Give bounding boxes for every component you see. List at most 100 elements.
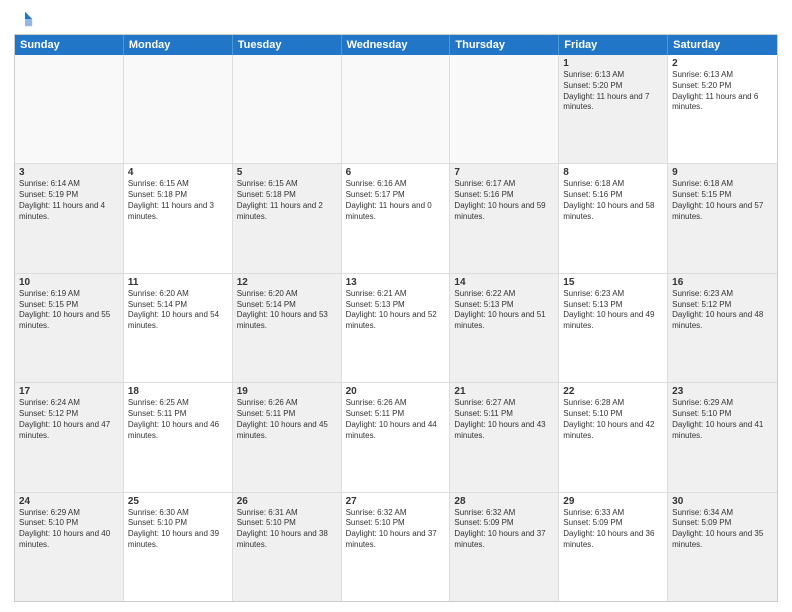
day-info: Sunrise: 6:28 AM Sunset: 5:10 PM Dayligh… [563,398,663,441]
logo-icon [16,10,34,28]
calendar-cell: 23Sunrise: 6:29 AM Sunset: 5:10 PM Dayli… [668,383,777,491]
calendar-cell: 18Sunrise: 6:25 AM Sunset: 5:11 PM Dayli… [124,383,233,491]
calendar-row: 3Sunrise: 6:14 AM Sunset: 5:19 PM Daylig… [15,164,777,273]
day-info: Sunrise: 6:14 AM Sunset: 5:19 PM Dayligh… [19,179,119,222]
calendar-cell: 4Sunrise: 6:15 AM Sunset: 5:18 PM Daylig… [124,164,233,272]
calendar-cell: 24Sunrise: 6:29 AM Sunset: 5:10 PM Dayli… [15,493,124,601]
day-info: Sunrise: 6:26 AM Sunset: 5:11 PM Dayligh… [237,398,337,441]
day-info: Sunrise: 6:29 AM Sunset: 5:10 PM Dayligh… [19,508,119,551]
calendar-cell: 2Sunrise: 6:13 AM Sunset: 5:20 PM Daylig… [668,55,777,163]
calendar-cell [233,55,342,163]
calendar-cell: 3Sunrise: 6:14 AM Sunset: 5:19 PM Daylig… [15,164,124,272]
day-number: 30 [672,496,773,507]
calendar-body: 1Sunrise: 6:13 AM Sunset: 5:20 PM Daylig… [15,55,777,601]
day-info: Sunrise: 6:34 AM Sunset: 5:09 PM Dayligh… [672,508,773,551]
logo-text [14,10,34,28]
calendar-cell [342,55,451,163]
calendar-cell: 29Sunrise: 6:33 AM Sunset: 5:09 PM Dayli… [559,493,668,601]
weekday-header: Sunday [15,35,124,55]
day-number: 29 [563,496,663,507]
day-info: Sunrise: 6:29 AM Sunset: 5:10 PM Dayligh… [672,398,773,441]
day-info: Sunrise: 6:25 AM Sunset: 5:11 PM Dayligh… [128,398,228,441]
day-info: Sunrise: 6:20 AM Sunset: 5:14 PM Dayligh… [128,289,228,332]
calendar-cell: 21Sunrise: 6:27 AM Sunset: 5:11 PM Dayli… [450,383,559,491]
calendar-row: 10Sunrise: 6:19 AM Sunset: 5:15 PM Dayli… [15,274,777,383]
calendar-cell: 26Sunrise: 6:31 AM Sunset: 5:10 PM Dayli… [233,493,342,601]
day-info: Sunrise: 6:30 AM Sunset: 5:10 PM Dayligh… [128,508,228,551]
calendar-row: 24Sunrise: 6:29 AM Sunset: 5:10 PM Dayli… [15,493,777,601]
day-info: Sunrise: 6:32 AM Sunset: 5:09 PM Dayligh… [454,508,554,551]
day-number: 23 [672,386,773,397]
calendar-cell: 10Sunrise: 6:19 AM Sunset: 5:15 PM Dayli… [15,274,124,382]
day-info: Sunrise: 6:19 AM Sunset: 5:15 PM Dayligh… [19,289,119,332]
calendar-cell: 14Sunrise: 6:22 AM Sunset: 5:13 PM Dayli… [450,274,559,382]
day-number: 5 [237,167,337,178]
header [14,10,778,28]
calendar-cell: 20Sunrise: 6:26 AM Sunset: 5:11 PM Dayli… [342,383,451,491]
day-number: 7 [454,167,554,178]
day-info: Sunrise: 6:23 AM Sunset: 5:12 PM Dayligh… [672,289,773,332]
day-info: Sunrise: 6:20 AM Sunset: 5:14 PM Dayligh… [237,289,337,332]
day-number: 20 [346,386,446,397]
day-number: 4 [128,167,228,178]
weekday-header: Tuesday [233,35,342,55]
day-info: Sunrise: 6:32 AM Sunset: 5:10 PM Dayligh… [346,508,446,551]
calendar-cell: 6Sunrise: 6:16 AM Sunset: 5:17 PM Daylig… [342,164,451,272]
weekday-header: Saturday [668,35,777,55]
day-number: 9 [672,167,773,178]
day-info: Sunrise: 6:33 AM Sunset: 5:09 PM Dayligh… [563,508,663,551]
calendar-row: 1Sunrise: 6:13 AM Sunset: 5:20 PM Daylig… [15,55,777,164]
day-number: 14 [454,277,554,288]
calendar-cell: 17Sunrise: 6:24 AM Sunset: 5:12 PM Dayli… [15,383,124,491]
day-info: Sunrise: 6:13 AM Sunset: 5:20 PM Dayligh… [672,70,773,113]
day-number: 26 [237,496,337,507]
weekday-header: Wednesday [342,35,451,55]
day-info: Sunrise: 6:26 AM Sunset: 5:11 PM Dayligh… [346,398,446,441]
day-info: Sunrise: 6:24 AM Sunset: 5:12 PM Dayligh… [19,398,119,441]
day-number: 22 [563,386,663,397]
day-number: 1 [563,58,663,69]
day-info: Sunrise: 6:22 AM Sunset: 5:13 PM Dayligh… [454,289,554,332]
day-number: 6 [346,167,446,178]
day-info: Sunrise: 6:13 AM Sunset: 5:20 PM Dayligh… [563,70,663,113]
day-number: 2 [672,58,773,69]
day-number: 16 [672,277,773,288]
calendar-cell: 25Sunrise: 6:30 AM Sunset: 5:10 PM Dayli… [124,493,233,601]
calendar-cell: 13Sunrise: 6:21 AM Sunset: 5:13 PM Dayli… [342,274,451,382]
day-number: 15 [563,277,663,288]
calendar-cell: 1Sunrise: 6:13 AM Sunset: 5:20 PM Daylig… [559,55,668,163]
day-number: 27 [346,496,446,507]
day-number: 8 [563,167,663,178]
day-info: Sunrise: 6:31 AM Sunset: 5:10 PM Dayligh… [237,508,337,551]
calendar-cell [124,55,233,163]
day-number: 24 [19,496,119,507]
calendar-row: 17Sunrise: 6:24 AM Sunset: 5:12 PM Dayli… [15,383,777,492]
calendar-cell [450,55,559,163]
day-number: 25 [128,496,228,507]
logo [14,10,34,28]
day-number: 28 [454,496,554,507]
day-info: Sunrise: 6:17 AM Sunset: 5:16 PM Dayligh… [454,179,554,222]
calendar-cell: 8Sunrise: 6:18 AM Sunset: 5:16 PM Daylig… [559,164,668,272]
day-info: Sunrise: 6:23 AM Sunset: 5:13 PM Dayligh… [563,289,663,332]
day-number: 12 [237,277,337,288]
calendar-cell: 16Sunrise: 6:23 AM Sunset: 5:12 PM Dayli… [668,274,777,382]
calendar-cell: 12Sunrise: 6:20 AM Sunset: 5:14 PM Dayli… [233,274,342,382]
calendar-cell: 5Sunrise: 6:15 AM Sunset: 5:18 PM Daylig… [233,164,342,272]
calendar-cell [15,55,124,163]
calendar-cell: 28Sunrise: 6:32 AM Sunset: 5:09 PM Dayli… [450,493,559,601]
calendar-cell: 9Sunrise: 6:18 AM Sunset: 5:15 PM Daylig… [668,164,777,272]
day-info: Sunrise: 6:18 AM Sunset: 5:15 PM Dayligh… [672,179,773,222]
day-number: 13 [346,277,446,288]
day-info: Sunrise: 6:16 AM Sunset: 5:17 PM Dayligh… [346,179,446,222]
calendar-cell: 11Sunrise: 6:20 AM Sunset: 5:14 PM Dayli… [124,274,233,382]
day-number: 19 [237,386,337,397]
page: SundayMondayTuesdayWednesdayThursdayFrid… [0,0,792,612]
day-info: Sunrise: 6:15 AM Sunset: 5:18 PM Dayligh… [128,179,228,222]
calendar-cell: 15Sunrise: 6:23 AM Sunset: 5:13 PM Dayli… [559,274,668,382]
day-info: Sunrise: 6:27 AM Sunset: 5:11 PM Dayligh… [454,398,554,441]
day-number: 10 [19,277,119,288]
calendar-cell: 27Sunrise: 6:32 AM Sunset: 5:10 PM Dayli… [342,493,451,601]
day-info: Sunrise: 6:18 AM Sunset: 5:16 PM Dayligh… [563,179,663,222]
weekday-header: Friday [559,35,668,55]
